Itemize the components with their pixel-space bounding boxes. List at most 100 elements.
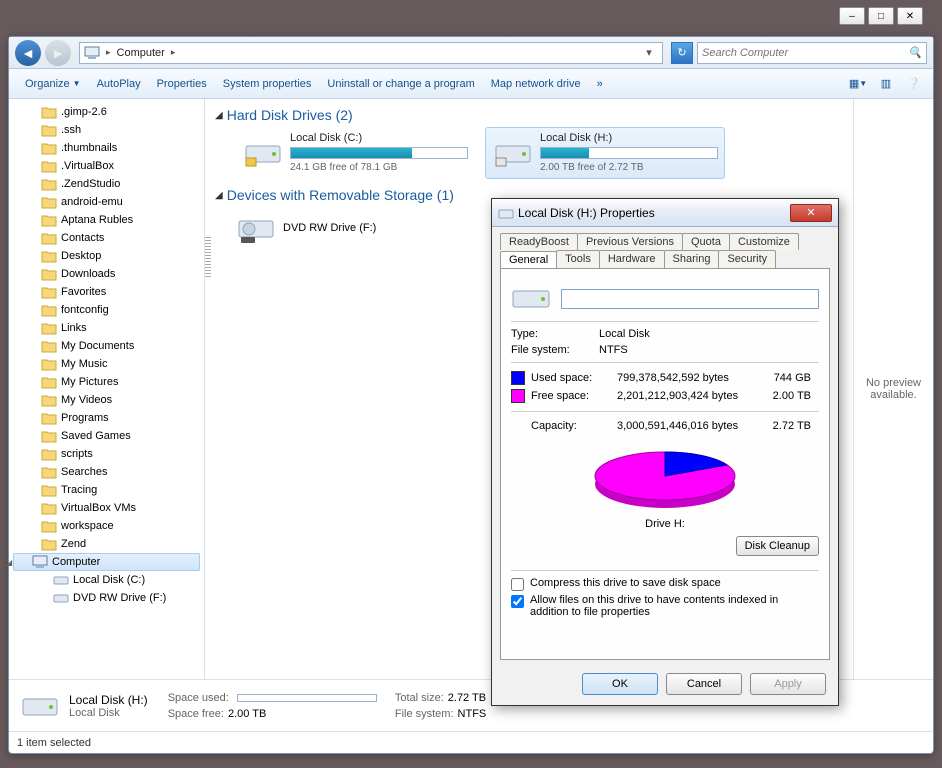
ok-button[interactable]: OK: [582, 673, 658, 695]
breadcrumb-computer[interactable]: Computer: [113, 47, 169, 59]
space-used-bar: [237, 694, 377, 702]
toolbar-overflow[interactable]: »: [589, 74, 611, 94]
properties-button[interactable]: Properties: [149, 74, 215, 94]
tab-general[interactable]: General: [500, 251, 557, 269]
back-button[interactable]: ◄: [15, 40, 41, 66]
tree-folder-item[interactable]: Programs: [9, 409, 204, 427]
tree-folder-item[interactable]: workspace: [9, 517, 204, 535]
maximize-button[interactable]: □: [868, 7, 894, 25]
drive-item[interactable]: Local Disk (C:)24.1 GB free of 78.1 GB: [235, 127, 475, 179]
tree-folder-item[interactable]: Searches: [9, 463, 204, 481]
tree-folder-item[interactable]: .gimp-2.6: [9, 103, 204, 121]
help-button[interactable]: ❔: [903, 75, 925, 93]
close-button[interactable]: ✕: [897, 7, 923, 25]
tab-hardware[interactable]: Hardware: [599, 250, 665, 268]
tab-tools[interactable]: Tools: [556, 250, 600, 268]
details-drive-name: Local Disk (H:): [69, 693, 148, 707]
dialog-close-button[interactable]: ✕: [790, 204, 832, 222]
preview-pane-toggle[interactable]: ▥: [875, 75, 897, 93]
folder-icon: [41, 141, 57, 155]
view-options-button[interactable]: ▦▼: [847, 75, 869, 93]
collapse-icon[interactable]: ◢: [9, 558, 16, 567]
hard-drive-icon: [492, 132, 534, 174]
folder-icon: [41, 195, 57, 209]
tree-folder-item[interactable]: .ssh: [9, 121, 204, 139]
compress-label[interactable]: Compress this drive to save disk space: [530, 577, 721, 589]
tree-folder-item[interactable]: scripts: [9, 445, 204, 463]
dvd-drive-item[interactable]: DVD RW Drive (F:): [283, 222, 376, 234]
drive-icon: [19, 685, 61, 727]
tab-quota[interactable]: Quota: [682, 233, 730, 250]
uninstall-button[interactable]: Uninstall or change a program: [319, 74, 482, 94]
tree-drive-item[interactable]: DVD RW Drive (F:): [9, 589, 204, 607]
hard-drive-icon: [242, 132, 284, 174]
drive-item[interactable]: Local Disk (H:)2.00 TB free of 2.72 TB: [485, 127, 725, 179]
section-hard-disk-drives[interactable]: ◢ Hard Disk Drives (2): [215, 107, 843, 123]
dialog-titlebar[interactable]: Local Disk (H:) Properties ✕: [492, 199, 838, 227]
chevron-right-icon: ▸: [171, 47, 176, 58]
used-color-swatch: [511, 371, 525, 385]
tree-folder-item[interactable]: .ZendStudio: [9, 175, 204, 193]
dvd-drive-icon: [235, 207, 277, 249]
tab-previous-versions[interactable]: Previous Versions: [577, 233, 683, 250]
organize-menu[interactable]: Organize▼: [17, 74, 89, 94]
search-icon: 🔍: [908, 46, 922, 59]
computer-icon: [32, 555, 48, 569]
capacity-human: 2.72 TB: [761, 420, 811, 432]
tree-folder-item[interactable]: .VirtualBox: [9, 157, 204, 175]
chevron-right-icon: ▸: [106, 47, 111, 58]
tree-folder-item[interactable]: fontconfig: [9, 301, 204, 319]
cancel-button[interactable]: Cancel: [666, 673, 742, 695]
folder-icon: [41, 357, 57, 371]
index-label[interactable]: Allow files on this drive to have conten…: [530, 594, 819, 618]
tab-readyboost[interactable]: ReadyBoost: [500, 233, 578, 250]
apply-button[interactable]: Apply: [750, 673, 826, 695]
tree-folder-item[interactable]: Saved Games: [9, 427, 204, 445]
tree-folder-item[interactable]: android-emu: [9, 193, 204, 211]
tree-folder-item[interactable]: My Pictures: [9, 373, 204, 391]
free-human: 2.00 TB: [761, 390, 811, 402]
tab-security[interactable]: Security: [718, 250, 776, 268]
tree-folder-item[interactable]: .thumbnails: [9, 139, 204, 157]
status-bar: 1 item selected: [9, 731, 933, 753]
tree-folder-item[interactable]: Downloads: [9, 265, 204, 283]
minimize-button[interactable]: –: [839, 7, 865, 25]
system-properties-button[interactable]: System properties: [215, 74, 320, 94]
autoplay-button[interactable]: AutoPlay: [89, 74, 149, 94]
forward-button[interactable]: ►: [45, 40, 71, 66]
tree-folder-item[interactable]: Aptana Rubles: [9, 211, 204, 229]
tree-folder-item[interactable]: Zend: [9, 535, 204, 553]
tree-folder-item[interactable]: Favorites: [9, 283, 204, 301]
tree-folder-item[interactable]: Desktop: [9, 247, 204, 265]
tree-drive-item[interactable]: Local Disk (C:): [9, 571, 204, 589]
tree-folder-item[interactable]: Contacts: [9, 229, 204, 247]
search-box[interactable]: 🔍: [697, 42, 927, 64]
tree-folder-item[interactable]: My Music: [9, 355, 204, 373]
capacity-bar: [290, 147, 468, 159]
disk-icon: [511, 283, 551, 315]
search-input[interactable]: [702, 47, 908, 59]
tab-customize[interactable]: Customize: [729, 233, 799, 250]
tree-computer[interactable]: ◢Computer: [13, 553, 200, 571]
volume-label-input[interactable]: [561, 289, 819, 309]
tab-sharing[interactable]: Sharing: [664, 250, 720, 268]
drive-icon: [53, 591, 69, 605]
tree-folder-item[interactable]: Tracing: [9, 481, 204, 499]
map-drive-button[interactable]: Map network drive: [483, 74, 589, 94]
properties-dialog: Local Disk (H:) Properties ✕ ReadyBoostP…: [491, 198, 839, 706]
folder-tree[interactable]: .gimp-2.6.ssh.thumbnails.VirtualBox.Zend…: [9, 99, 205, 679]
folder-icon: [41, 231, 57, 245]
disk-cleanup-button[interactable]: Disk Cleanup: [736, 536, 819, 556]
tree-folder-item[interactable]: Links: [9, 319, 204, 337]
splitter-handle[interactable]: [205, 237, 211, 277]
tree-folder-item[interactable]: VirtualBox VMs: [9, 499, 204, 517]
computer-icon: [84, 45, 100, 61]
folder-icon: [41, 213, 57, 227]
tree-folder-item[interactable]: My Videos: [9, 391, 204, 409]
refresh-button[interactable]: ↻: [671, 42, 693, 64]
address-bar[interactable]: ▸ Computer ▸ ▾: [79, 42, 663, 64]
tree-folder-item[interactable]: My Documents: [9, 337, 204, 355]
address-dropdown[interactable]: ▾: [640, 42, 658, 64]
compress-checkbox[interactable]: [511, 578, 524, 591]
index-checkbox[interactable]: [511, 595, 524, 608]
